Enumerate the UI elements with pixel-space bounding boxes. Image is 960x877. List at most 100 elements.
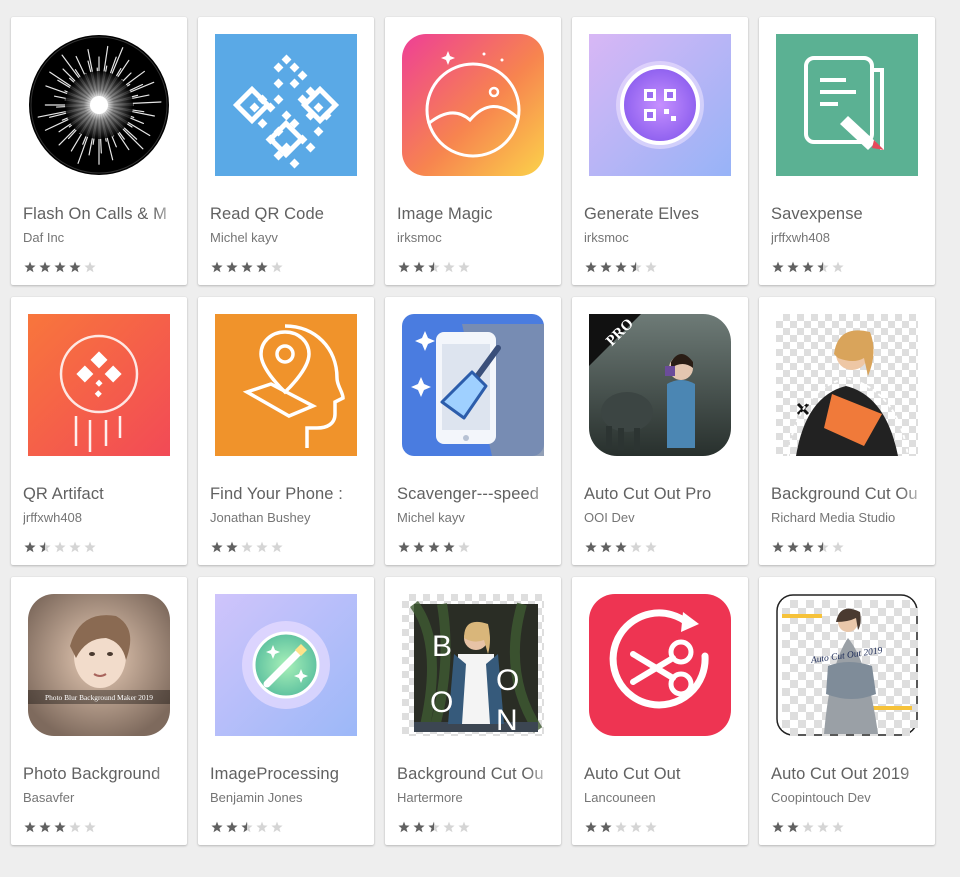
app-title[interactable]: ImageProcessing <box>210 765 368 784</box>
app-grid: Flash On Calls & M Daf Inc Read QR Code … <box>11 17 937 845</box>
empty-star-icon <box>630 541 642 553</box>
app-developer[interactable]: Daf Inc <box>23 230 179 245</box>
app-icon[interactable]: PRO <box>589 314 731 456</box>
filled-star-icon <box>54 261 66 273</box>
app-developer[interactable]: Basavfer <box>23 790 179 805</box>
empty-star-icon <box>256 821 268 833</box>
app-title[interactable]: Generate Elves <box>584 205 742 224</box>
app-developer[interactable]: Coopintouch Dev <box>771 790 927 805</box>
rating-stars <box>211 821 283 833</box>
filled-star-icon <box>226 541 238 553</box>
app-title[interactable]: Auto Cut Out <box>584 765 742 784</box>
app-card[interactable]: Savexpense jrffxwh408 <box>759 17 935 285</box>
filled-star-icon <box>615 261 627 273</box>
filled-star-icon <box>226 821 238 833</box>
app-developer[interactable]: Michel kayv <box>397 510 553 525</box>
app-card[interactable]: Auto Cut Out 2019 Auto Cut Out 2019 Coop… <box>759 577 935 845</box>
app-title[interactable]: Scavenger---speed <box>397 485 555 504</box>
flash-burst-icon <box>29 35 169 175</box>
app-card[interactable]: Find Your Phone : Jonathan Bushey <box>198 297 374 565</box>
app-card[interactable]: Image Magic irksmoc <box>385 17 561 285</box>
app-card[interactable]: Auto Cut Out Lancouneen <box>572 577 748 845</box>
app-icon[interactable] <box>589 594 731 736</box>
app-icon[interactable] <box>402 314 544 456</box>
document-pen-icon <box>776 34 918 176</box>
empty-star-icon <box>443 261 455 273</box>
app-title[interactable]: Auto Cut Out 2019 <box>771 765 929 784</box>
app-developer[interactable]: OOI Dev <box>584 510 740 525</box>
filled-star-icon <box>600 541 612 553</box>
app-icon[interactable] <box>28 314 170 456</box>
app-card[interactable]: Background Cut Ou Richard Media Studio <box>759 297 935 565</box>
app-card[interactable]: Generate Elves irksmoc <box>572 17 748 285</box>
empty-star-icon <box>645 821 657 833</box>
filled-star-icon <box>39 261 51 273</box>
app-icon[interactable]: Auto Cut Out 2019 <box>776 594 918 736</box>
app-developer[interactable]: irksmoc <box>397 230 553 245</box>
empty-star-icon <box>458 261 470 273</box>
half-star-icon <box>39 541 51 553</box>
app-icon[interactable] <box>215 594 357 736</box>
app-developer[interactable]: Benjamin Jones <box>210 790 366 805</box>
filled-star-icon <box>398 261 410 273</box>
app-icon[interactable] <box>589 34 731 176</box>
app-card[interactable]: Flash On Calls & M Daf Inc <box>11 17 187 285</box>
app-icon[interactable] <box>215 34 357 176</box>
app-icon[interactable]: B O O N <box>402 594 544 736</box>
app-title[interactable]: QR Artifact <box>23 485 181 504</box>
filled-star-icon <box>600 261 612 273</box>
app-title[interactable]: Flash On Calls & M <box>23 205 181 224</box>
app-developer[interactable]: Hartermore <box>397 790 553 805</box>
app-icon[interactable] <box>28 34 170 176</box>
app-card[interactable]: B O O N Background Cut Ou Hartermore <box>385 577 561 845</box>
filled-star-icon <box>802 261 814 273</box>
app-icon[interactable] <box>402 34 544 176</box>
app-icon[interactable] <box>776 34 918 176</box>
app-icon[interactable] <box>776 314 918 456</box>
app-title[interactable]: Read QR Code <box>210 205 368 224</box>
app-developer[interactable]: jrffxwh408 <box>23 510 179 525</box>
app-developer[interactable]: Jonathan Bushey <box>210 510 366 525</box>
app-icon[interactable]: Photo Blur Background Maker 2019 <box>28 594 170 736</box>
empty-star-icon <box>832 821 844 833</box>
filled-star-icon <box>398 821 410 833</box>
app-developer[interactable]: Richard Media Studio <box>771 510 927 525</box>
app-title[interactable]: Image Magic <box>397 205 555 224</box>
filled-star-icon <box>226 261 238 273</box>
app-developer[interactable]: Lancouneen <box>584 790 740 805</box>
icon-letter: B <box>432 630 452 663</box>
app-developer[interactable]: irksmoc <box>584 230 740 245</box>
rating-stars <box>772 541 844 553</box>
empty-star-icon <box>630 821 642 833</box>
app-title[interactable]: Find Your Phone : <box>210 485 368 504</box>
rating-stars <box>24 821 96 833</box>
app-title[interactable]: Background Cut Ou <box>397 765 555 784</box>
app-card[interactable]: ImageProcessing Benjamin Jones <box>198 577 374 845</box>
empty-star-icon <box>817 821 829 833</box>
app-title[interactable]: Photo Background <box>23 765 181 784</box>
boon-photo-icon: B O O N <box>402 594 544 736</box>
app-card[interactable]: Scavenger---speed Michel kayv <box>385 297 561 565</box>
rating-stars <box>398 541 470 553</box>
filled-star-icon <box>600 821 612 833</box>
blurred-portrait-icon: Photo Blur Background Maker 2019 <box>28 594 170 736</box>
app-card[interactable]: Photo Blur Background Maker 2019 Photo B… <box>11 577 187 845</box>
app-title[interactable]: Background Cut Ou <box>771 485 929 504</box>
filled-star-icon <box>241 261 253 273</box>
icon-caption: Photo Blur Background Maker 2019 <box>45 693 153 702</box>
woman-cutout-icon <box>776 314 918 456</box>
app-title[interactable]: Auto Cut Out Pro <box>584 485 742 504</box>
filled-star-icon <box>585 821 597 833</box>
app-card[interactable]: QR Artifact jrffxwh408 <box>11 297 187 565</box>
filled-star-icon <box>585 261 597 273</box>
app-developer[interactable]: jrffxwh408 <box>771 230 927 245</box>
app-card[interactable]: Read QR Code Michel kayv <box>198 17 374 285</box>
app-developer[interactable]: Michel kayv <box>210 230 366 245</box>
app-icon[interactable] <box>215 314 357 456</box>
app-card[interactable]: PRO Auto Cut Out Pro OOI Dev <box>572 297 748 565</box>
filled-star-icon <box>211 261 223 273</box>
app-title[interactable]: Savexpense <box>771 205 929 224</box>
empty-star-icon <box>271 821 283 833</box>
empty-star-icon <box>69 541 81 553</box>
qr-circle-icon <box>28 314 170 456</box>
